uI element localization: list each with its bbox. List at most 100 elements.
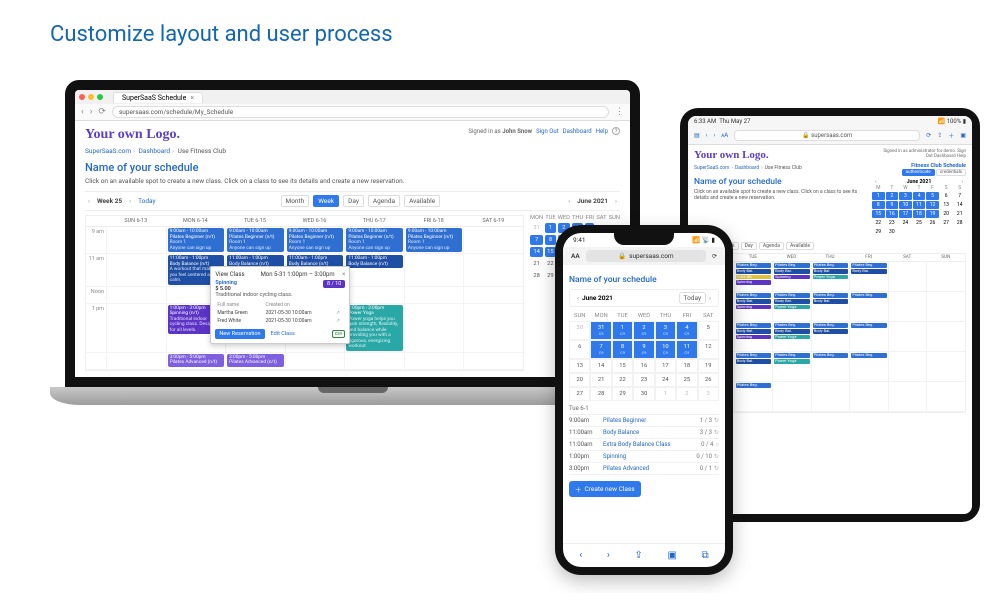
today-link[interactable]: Today bbox=[138, 197, 156, 205]
view-day[interactable]: Day bbox=[343, 195, 364, 207]
back-icon[interactable]: ‹ bbox=[81, 107, 84, 117]
event-pilates-beginner[interactable]: 9:00am - 10:00amPilates Beginner (n/t)Ro… bbox=[346, 228, 403, 252]
chevron-right-icon[interactable]: › bbox=[706, 294, 714, 302]
browser-tab[interactable]: SuperSaaS Schedule × bbox=[113, 92, 203, 103]
maximize-icon[interactable] bbox=[97, 94, 103, 100]
app-page: Your own Logo. Signed in as John Snow Si… bbox=[75, 121, 630, 377]
reload-icon[interactable]: ⟳ bbox=[926, 132, 931, 139]
create-class-button[interactable]: ＋Create new Class bbox=[569, 481, 641, 497]
close-icon[interactable]: × bbox=[342, 271, 345, 278]
share-icon[interactable]: ⇪ bbox=[635, 550, 643, 561]
text-size-icon[interactable]: ᴀA bbox=[721, 132, 728, 139]
forward-icon[interactable]: › bbox=[90, 107, 93, 117]
col-head: TUE 6-15 bbox=[225, 216, 285, 226]
hour-label: 11 am bbox=[86, 254, 106, 286]
back-icon[interactable]: ‹ bbox=[706, 132, 708, 139]
help-icon[interactable]: ? bbox=[612, 127, 620, 135]
view-day[interactable]: Day bbox=[741, 242, 757, 250]
minimize-icon[interactable] bbox=[88, 94, 94, 100]
tabs-icon[interactable]: ▣ bbox=[960, 132, 966, 139]
edit-class-link[interactable]: Edit Class bbox=[271, 331, 295, 337]
day-section-header: Tue 6-1 bbox=[569, 405, 719, 412]
safari-bottom-bar: ‹ › ⇪ ▣ ⧉ bbox=[563, 543, 725, 567]
mini-calendar[interactable]: MTWTFSS 1234567 891011121314 15161718192… bbox=[872, 185, 966, 236]
view-month[interactable]: Month bbox=[281, 195, 310, 207]
new-reservation-button[interactable]: New Reservation bbox=[215, 329, 264, 339]
close-tab-icon[interactable]: × bbox=[190, 94, 194, 102]
menu-icon[interactable]: ⋮ bbox=[615, 107, 624, 117]
event-pilates-beginner[interactable]: 9:00am - 10:00amPilates Beginner (n/t)Ro… bbox=[168, 228, 225, 252]
list-item[interactable]: 11:00amExtra Body Balance Class0 / 4○ bbox=[569, 439, 719, 451]
view-week[interactable]: Week bbox=[313, 195, 339, 207]
mobile-calendar[interactable]: SUNMONTUEWEDTHUFRISAT 3031C91C92C93C94C9… bbox=[569, 311, 719, 401]
auth-button[interactable]: authenticate bbox=[902, 169, 935, 176]
forward-icon[interactable]: › bbox=[713, 132, 715, 139]
link-icon[interactable]: ↗ bbox=[334, 317, 346, 325]
crumb-dashboard[interactable]: Dashboard bbox=[139, 147, 170, 155]
text-size-icon[interactable]: AA bbox=[571, 252, 580, 260]
week-label: Week 25 bbox=[97, 197, 122, 205]
event-body-balance[interactable]: 11:00am - 1:00pmBody Balance (n/t) bbox=[346, 255, 403, 268]
sidebar-icon[interactable]: ▤ bbox=[694, 132, 700, 139]
list-item[interactable]: 9:00amPilates Beginner1 / 3↻ bbox=[569, 415, 719, 427]
week-grid[interactable]: SUN 6-13 MON 6-14 TUE 6-15 WED 6-16 THU … bbox=[85, 215, 524, 371]
capacity-badge: 8 / 10 bbox=[323, 280, 345, 288]
event-pilates-beginner[interactable]: 9:00am - 10:00amPilates Beginner (n/t)Ro… bbox=[227, 228, 284, 252]
ipad-address-bar[interactable]: 🔒 supersaas.com bbox=[734, 130, 920, 141]
next-month-icon[interactable]: › bbox=[612, 197, 620, 205]
month-grid[interactable]: MONTUEWEDTHUFRISATSUN Pilates Beg.Body B… bbox=[694, 253, 966, 413]
dashboard-link[interactable]: Dashboard bbox=[563, 128, 592, 135]
event-power-yoga[interactable]: 1:00pm - 3:00pmPower YogaPower yoga help… bbox=[346, 305, 403, 351]
export-icon[interactable]: csv bbox=[332, 330, 346, 338]
tabs-icon[interactable]: ⧉ bbox=[702, 550, 709, 561]
today-button[interactable]: Today bbox=[679, 292, 707, 304]
share-icon[interactable]: ⇪ bbox=[937, 132, 942, 139]
credentials-button[interactable]: credentials bbox=[936, 169, 966, 176]
link-icon[interactable]: ↗ bbox=[334, 309, 346, 317]
schedule-desc: Click on an available spot to create a n… bbox=[694, 189, 866, 201]
repeat-icon: ↻ bbox=[714, 465, 719, 472]
new-tab-icon[interactable]: ＋ bbox=[948, 131, 954, 140]
crumb-root[interactable]: SuperSaaS.com bbox=[85, 147, 131, 155]
help-link[interactable]: Help bbox=[596, 128, 608, 135]
account-bar: Signed in as administrator for demo. Sig… bbox=[872, 149, 966, 159]
view-agenda[interactable]: Agenda bbox=[759, 242, 784, 250]
account-bar: Signed in as John Snow Sign Out Dashboar… bbox=[468, 127, 620, 135]
iphone-mockup: 9:41 📶 📡 ▮ AA 🔒supersaas.com ⟳ Name of y… bbox=[555, 225, 733, 575]
list-item[interactable]: 3:00pmPilates Advanced0 / 1↻ bbox=[569, 463, 719, 475]
window-controls[interactable] bbox=[79, 94, 103, 100]
table-row[interactable]: Fred White2021-05-30 10:00am↗ bbox=[215, 317, 345, 325]
bookmarks-icon[interactable]: ▣ bbox=[668, 550, 677, 561]
table-row[interactable]: Martha Green2021-05-30 10:00am↗ bbox=[215, 309, 345, 317]
prev-month-icon[interactable]: ‹ bbox=[565, 197, 573, 205]
next-week-icon[interactable]: › bbox=[126, 197, 134, 205]
event-pilates-beginner[interactable]: 9:00am - 10:00amPilates Beginner (n/t)Ro… bbox=[287, 228, 344, 252]
dashboard-link[interactable]: Dashboard bbox=[934, 154, 956, 159]
list-item[interactable]: 1:00pmSpinning0 / 10↻ bbox=[569, 451, 719, 463]
event-pilates-advanced[interactable]: 3:00pm - 5:00pmPilates Advanced (n/t) bbox=[227, 354, 284, 367]
repeat-icon: ○ bbox=[715, 441, 719, 448]
forward-icon[interactable]: › bbox=[607, 550, 610, 561]
close-icon[interactable] bbox=[79, 94, 85, 100]
address-bar[interactable]: supersaas.com/schedule/My_Schedule bbox=[112, 106, 609, 118]
chevron-left-icon[interactable]: ‹ bbox=[574, 294, 582, 302]
event-pilates-advanced[interactable]: 3:00pm - 5:00pmPilates Advanced (n/t) bbox=[168, 354, 225, 367]
help-link[interactable]: Help bbox=[957, 154, 966, 159]
list-item[interactable]: 11:00amBody Balance3 / 3↻ bbox=[569, 427, 719, 439]
sign-out-link[interactable]: Sign Out bbox=[536, 128, 559, 135]
back-icon[interactable]: ‹ bbox=[579, 550, 582, 561]
event-pilates-beginner[interactable]: 9:00am - 10:00amPilates Beginner (n/t)Ro… bbox=[406, 228, 463, 252]
prev-week-icon[interactable]: ‹ bbox=[85, 197, 93, 205]
month-label: June 2021 bbox=[582, 294, 613, 302]
reload-icon[interactable]: ⟳ bbox=[98, 107, 106, 117]
view-agenda[interactable]: Agenda bbox=[368, 195, 400, 207]
popup-time: Mon 5-31 1:00pm – 3:00pm bbox=[261, 271, 335, 278]
breadcrumb: SuperSaaS.com› Dashboard› Use Fitness Cl… bbox=[85, 147, 620, 155]
month-picker[interactable]: ‹ June 2021 Today › bbox=[569, 289, 719, 307]
event-popup: View Class Mon 5-31 1:00pm – 3:00pm × 8 … bbox=[210, 266, 350, 344]
iphone-address-bar[interactable]: 🔒supersaas.com bbox=[586, 250, 706, 262]
view-available[interactable]: Available bbox=[786, 242, 814, 250]
view-available[interactable]: Available bbox=[404, 195, 440, 207]
logo: Your own Logo. bbox=[85, 127, 180, 143]
reload-icon[interactable]: ⟳ bbox=[712, 253, 717, 260]
